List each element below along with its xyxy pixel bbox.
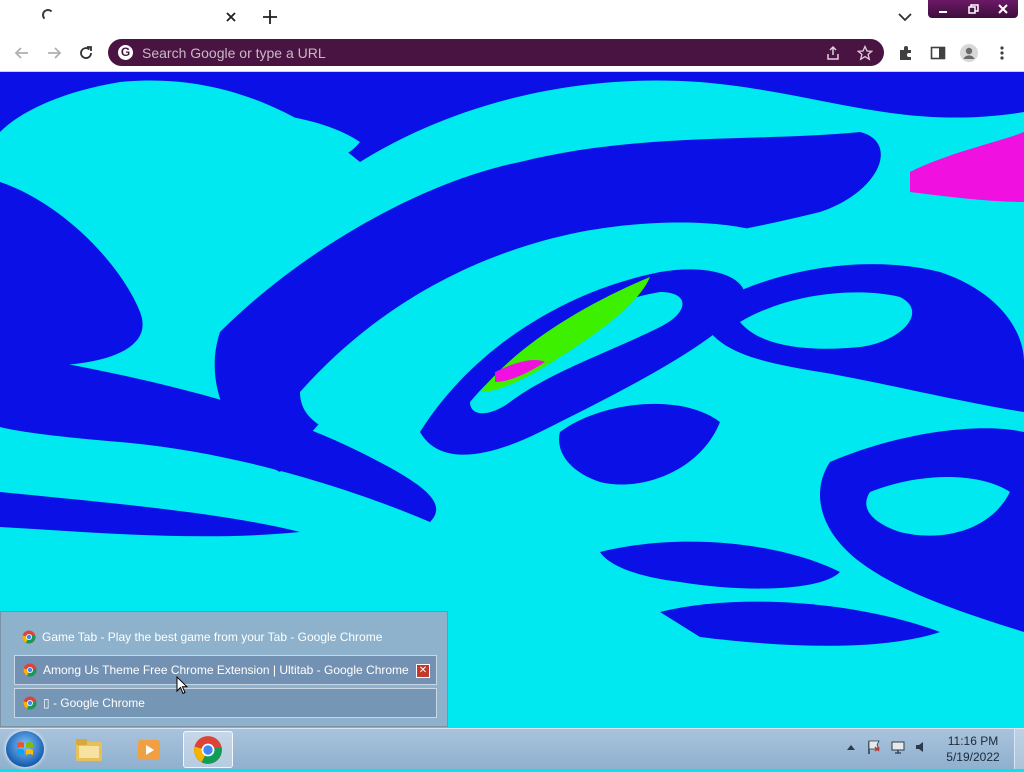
chrome-icon xyxy=(22,630,36,644)
window-list-item[interactable]: ▯ - Google Chrome xyxy=(14,688,437,718)
show-hidden-icons-button[interactable] xyxy=(843,739,859,755)
window-list-item[interactable]: Among Us Theme Free Chrome Extension | U… xyxy=(14,655,437,685)
close-window-icon[interactable]: ✕ xyxy=(416,664,430,678)
reload-icon xyxy=(80,46,92,59)
tab-strip xyxy=(0,0,1024,34)
window-list-item-label: Game Tab - Play the best game from your … xyxy=(42,630,383,644)
loading-spinner-icon xyxy=(42,9,54,21)
chrome-icon xyxy=(23,696,37,710)
browser-tab[interactable] xyxy=(0,0,252,34)
taskbar-clock[interactable]: 11:16 PM 5/19/2022 xyxy=(938,733,1008,765)
mouse-cursor-icon xyxy=(176,676,188,695)
address-bar[interactable]: G Search Google or type a URL xyxy=(108,39,884,66)
side-panel-icon xyxy=(930,46,946,60)
show-desktop-button[interactable] xyxy=(1014,729,1024,769)
windows-logo-icon xyxy=(17,742,33,755)
side-panel-button[interactable] xyxy=(927,42,949,64)
share-icon xyxy=(827,45,839,60)
browser-toolbar: G Search Google or type a URL xyxy=(0,34,1024,72)
taskbar-explorer-button[interactable] xyxy=(64,731,114,768)
back-button[interactable] xyxy=(11,42,33,64)
windows-taskbar: 11:16 PM 5/19/2022 xyxy=(0,728,1024,769)
network-monitor-icon xyxy=(891,741,905,754)
reload-button[interactable] xyxy=(75,42,97,64)
chrome-icon xyxy=(194,735,222,764)
restore-icon xyxy=(967,4,979,14)
profile-button[interactable] xyxy=(958,42,980,64)
extensions-button[interactable] xyxy=(895,42,917,64)
clock-date: 5/19/2022 xyxy=(946,750,1000,764)
taskbar-chrome-button[interactable] xyxy=(183,731,233,768)
back-arrow-icon xyxy=(14,47,28,59)
window-controls xyxy=(928,0,1018,18)
window-list-item[interactable]: Game Tab - Play the best game from your … xyxy=(14,622,437,652)
tab-search-chevron-icon[interactable] xyxy=(895,8,915,26)
restore-button[interactable] xyxy=(958,0,988,18)
close-window-button[interactable] xyxy=(988,0,1018,18)
clock-time: 11:16 PM xyxy=(947,734,999,748)
speaker-icon xyxy=(916,742,923,752)
chrome-menu-button[interactable] xyxy=(991,42,1013,64)
taskbar-media-player-button[interactable] xyxy=(124,731,174,768)
window-list-item-label: ▯ - Google Chrome xyxy=(43,696,145,710)
chrome-icon xyxy=(23,663,37,677)
start-button[interactable] xyxy=(6,731,44,767)
minimize-icon xyxy=(939,11,947,13)
close-tab-icon[interactable] xyxy=(222,8,240,26)
flag-icon xyxy=(868,740,880,754)
forward-button[interactable] xyxy=(43,42,65,64)
share-button[interactable] xyxy=(824,44,842,62)
star-icon xyxy=(857,45,873,61)
new-tab-button[interactable] xyxy=(260,7,280,27)
folder-icon xyxy=(76,738,102,761)
minimize-button[interactable] xyxy=(928,0,958,18)
address-bar-placeholder: Search Google or type a URL xyxy=(142,45,326,61)
google-g-icon: G xyxy=(118,45,133,60)
volume-icon[interactable] xyxy=(914,739,930,755)
taskbar-window-list: Game Tab - Play the best game from your … xyxy=(0,611,448,727)
chevron-up-icon xyxy=(847,745,855,750)
window-list-item-label: Among Us Theme Free Chrome Extension | U… xyxy=(43,663,409,677)
kebab-menu-icon xyxy=(1000,46,1004,60)
action-center-icon[interactable] xyxy=(866,739,882,755)
close-window-icon xyxy=(998,4,1008,14)
bookmark-button[interactable] xyxy=(856,44,874,62)
media-player-icon xyxy=(138,739,160,760)
network-icon[interactable] xyxy=(890,739,906,755)
puzzle-icon xyxy=(900,46,911,60)
forward-arrow-icon xyxy=(48,47,62,59)
profile-avatar-icon xyxy=(960,44,978,62)
